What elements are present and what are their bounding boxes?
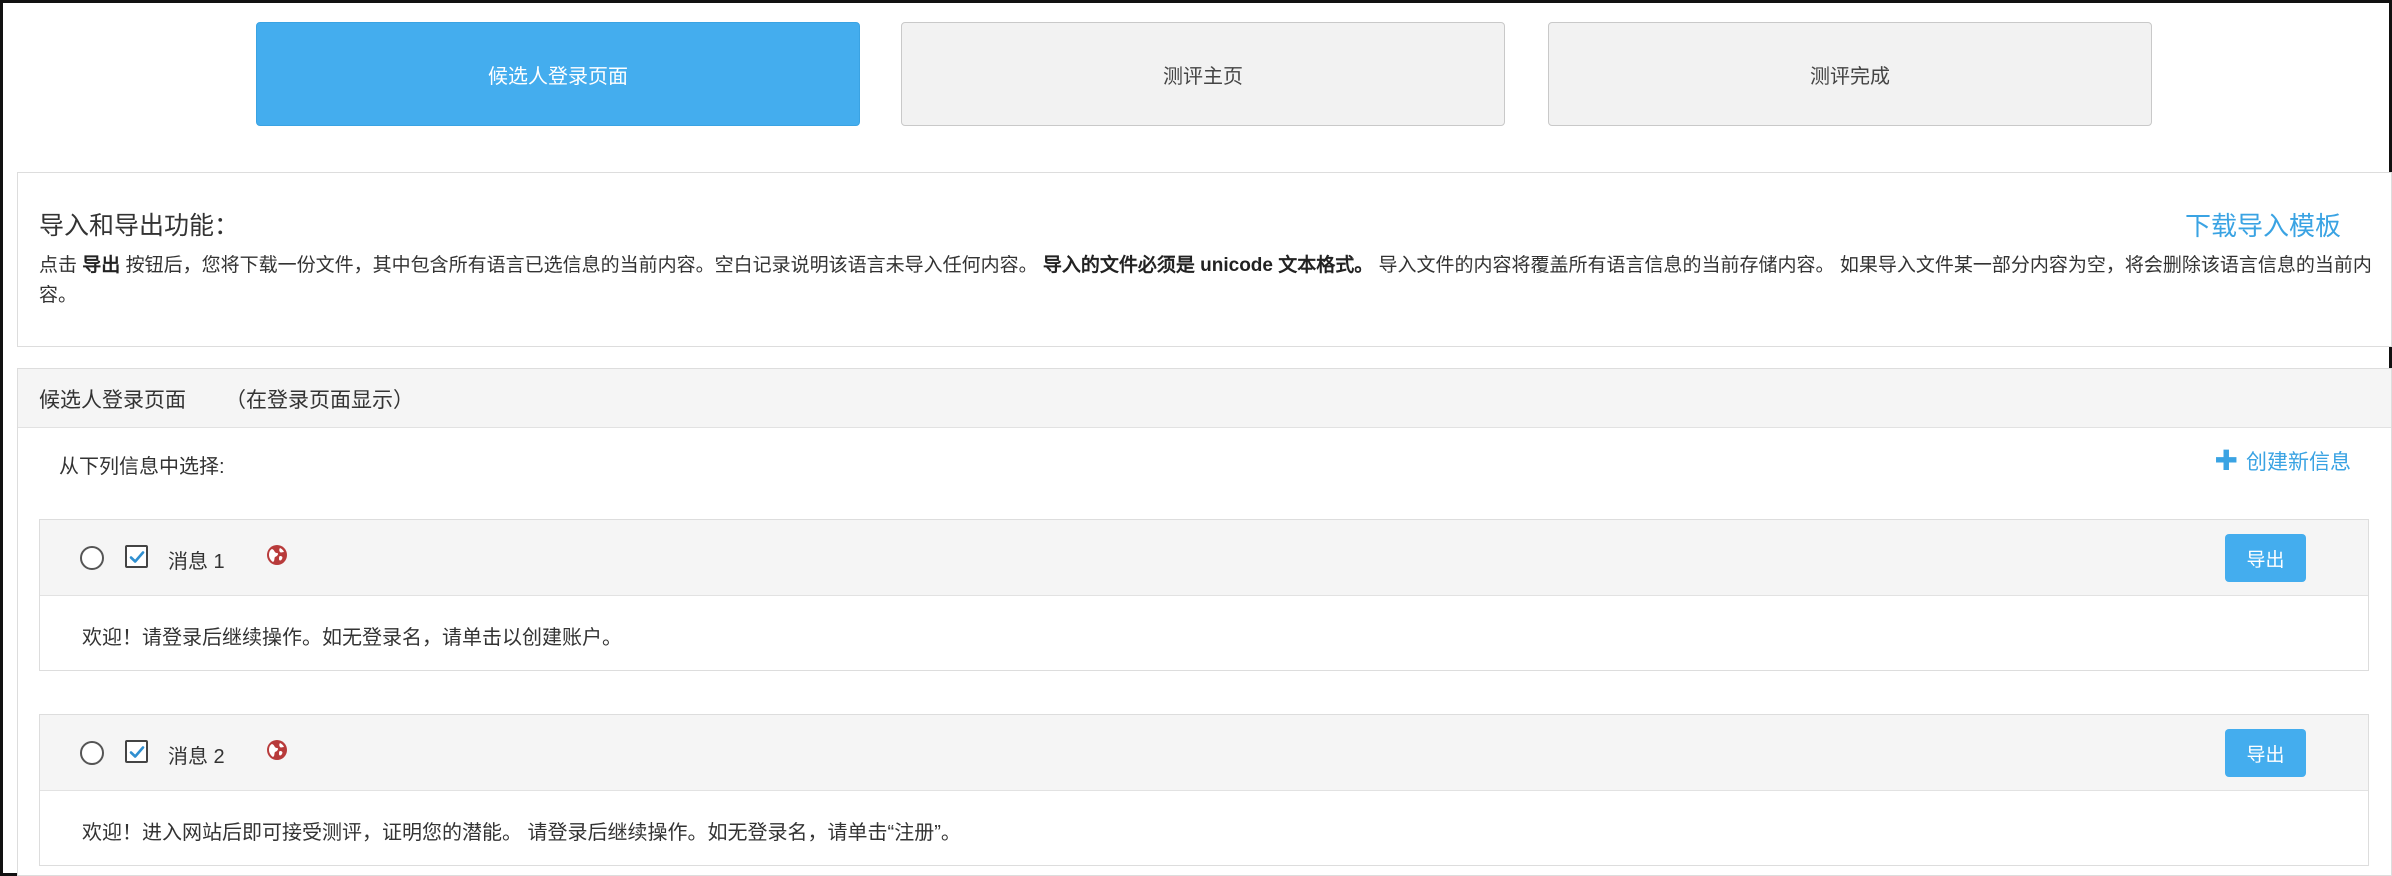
message-card-header: 消息 1 导出 [40,520,2368,596]
tab-assessment-complete[interactable]: 测评完成 [1548,22,2152,126]
tab-assessment-home[interactable]: 测评主页 [901,22,1505,126]
message-card-header: 消息 2 导出 [40,715,2368,791]
import-export-title: 导入和导出功能： [39,212,240,240]
import-export-description: 点击 导出 按钮后，您将下载一份文件，其中包含所有语言已选信息的当前内容。空白记… [39,255,2372,306]
section-title: 候选人登录页面 [39,389,186,412]
login-page-messages-section: 候选人登录页面 （在登录页面显示） 从下列信息中选择: ✚ 创建新信息 消息 1… [17,368,2392,876]
globe-icon[interactable] [266,739,288,761]
choose-label: 从下列信息中选择: [59,456,225,478]
tab-candidate-login[interactable]: 候选人登录页面 [256,22,860,126]
message-label: 消息 1 [168,551,225,573]
message-select-radio[interactable] [80,546,104,570]
globe-icon[interactable] [266,544,288,566]
import-export-panel: 导入和导出功能： 下载导入模板 点击 导出 按钮后，您将下载一份文件，其中包含所… [17,172,2392,347]
check-icon [129,550,144,563]
message-body: 欢迎！请登录后继续操作。如无登录名，请单击以创建账户。 [82,627,622,649]
export-button[interactable]: 导出 [2225,729,2306,777]
message-body: 欢迎！进入网站后即可接受测评，证明您的潜能。 请登录后继续操作。如无登录名，请单… [82,822,961,844]
message-card: 消息 1 导出 欢迎！请登录后继续操作。如无登录名，请单击以创建账户。 [39,519,2369,671]
message-select-radio[interactable] [80,741,104,765]
section-subtitle: （在登录页面显示） [225,389,414,412]
download-template-link[interactable]: 下载导入模板 [2185,206,2341,243]
plus-icon: ✚ [2214,445,2238,476]
message-enabled-checkbox[interactable] [125,740,148,763]
message-card: 消息 2 导出 欢迎！进入网站后即可接受测评，证明您的潜能。 请登录后继续操作。… [39,714,2369,866]
create-new-message-link[interactable]: ✚ 创建新信息 [2215,446,2351,476]
create-new-label: 创建新信息 [2246,451,2351,474]
message-enabled-checkbox[interactable] [125,545,148,568]
message-label: 消息 2 [168,746,225,768]
export-button[interactable]: 导出 [2225,534,2306,582]
section-header: 候选人登录页面 （在登录页面显示） [18,369,2391,428]
check-icon [129,745,144,758]
